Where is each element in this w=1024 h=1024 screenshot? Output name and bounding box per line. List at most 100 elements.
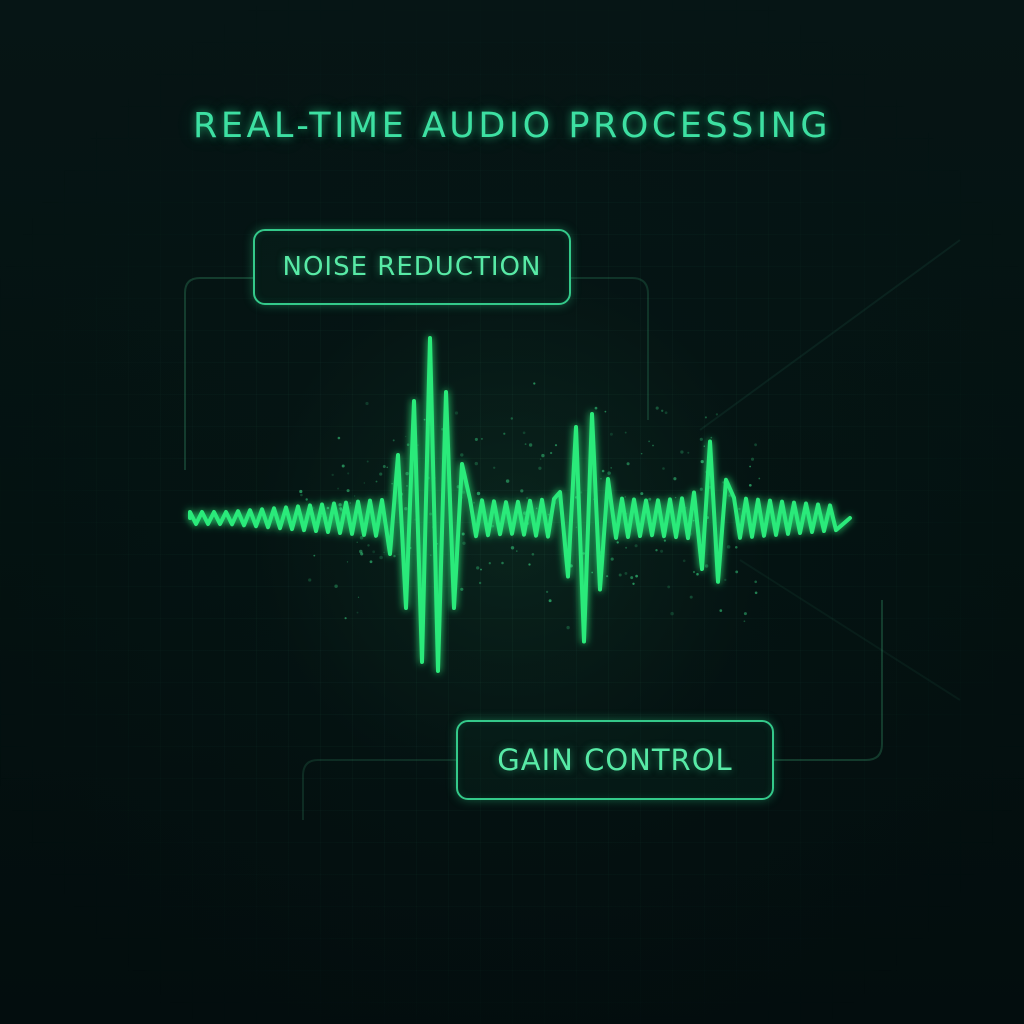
particle bbox=[337, 487, 340, 490]
particle bbox=[379, 472, 383, 476]
particle bbox=[549, 451, 553, 455]
particle bbox=[749, 465, 751, 468]
particle bbox=[624, 571, 628, 575]
particle bbox=[754, 580, 757, 584]
particle bbox=[417, 444, 419, 446]
particle bbox=[501, 561, 504, 565]
particle bbox=[703, 445, 706, 447]
particle bbox=[738, 507, 741, 511]
particle bbox=[618, 573, 622, 577]
particle bbox=[624, 496, 627, 498]
particle bbox=[480, 437, 483, 440]
particle bbox=[687, 451, 690, 454]
particle bbox=[460, 587, 464, 591]
particle bbox=[692, 570, 696, 574]
particle bbox=[474, 461, 478, 466]
particle bbox=[754, 591, 758, 595]
particle bbox=[616, 541, 619, 544]
particle bbox=[406, 485, 408, 487]
particle bbox=[748, 483, 752, 487]
gain-control-text: GAIN CONTROL bbox=[497, 743, 733, 777]
particle bbox=[609, 432, 613, 436]
particle bbox=[313, 554, 316, 557]
particle bbox=[719, 609, 723, 612]
particle bbox=[539, 458, 542, 460]
particle bbox=[750, 457, 755, 461]
particle bbox=[460, 453, 464, 457]
particle bbox=[353, 495, 356, 497]
audio-processing-graphic: REAL-TIME AUDIO PROCESSING NOISE REDUCTI… bbox=[0, 0, 1024, 1024]
particle bbox=[648, 497, 652, 501]
particle bbox=[591, 571, 594, 574]
particle bbox=[366, 460, 369, 463]
noise-reduction-label: NOISE REDUCTION bbox=[253, 229, 571, 305]
particle bbox=[743, 612, 747, 616]
particle bbox=[474, 437, 478, 441]
particle bbox=[664, 411, 668, 415]
particle bbox=[582, 552, 585, 555]
particle bbox=[526, 496, 529, 500]
particle bbox=[566, 625, 570, 630]
particle bbox=[308, 578, 312, 582]
particle bbox=[535, 507, 538, 510]
particle bbox=[604, 410, 607, 413]
particle bbox=[699, 487, 703, 491]
particle bbox=[699, 437, 703, 441]
particle bbox=[670, 611, 674, 616]
particle bbox=[392, 439, 395, 442]
particle bbox=[476, 491, 481, 496]
particle bbox=[640, 492, 644, 496]
particle bbox=[493, 466, 496, 469]
particle bbox=[391, 483, 393, 485]
particle bbox=[488, 562, 491, 565]
particle bbox=[632, 582, 635, 585]
particle bbox=[375, 480, 378, 483]
particle bbox=[405, 471, 409, 476]
particle bbox=[476, 566, 480, 570]
particle bbox=[331, 473, 334, 477]
particle bbox=[661, 409, 664, 412]
particle bbox=[478, 581, 482, 585]
particle bbox=[758, 477, 761, 480]
particle bbox=[689, 595, 693, 599]
particle bbox=[674, 496, 677, 499]
particle bbox=[700, 459, 704, 464]
particle bbox=[538, 466, 542, 470]
particle bbox=[510, 417, 513, 420]
particle bbox=[547, 513, 550, 516]
particle bbox=[607, 471, 611, 475]
particle bbox=[726, 545, 731, 549]
particle bbox=[522, 431, 526, 435]
particle bbox=[662, 467, 665, 470]
particle bbox=[554, 444, 558, 447]
particle bbox=[524, 443, 527, 445]
particle bbox=[423, 418, 426, 421]
particle bbox=[473, 501, 475, 504]
particle bbox=[630, 576, 634, 580]
particle bbox=[715, 413, 719, 416]
particle bbox=[299, 489, 303, 494]
particle bbox=[735, 546, 738, 549]
particle bbox=[339, 507, 342, 510]
particle bbox=[634, 544, 638, 548]
particle bbox=[754, 443, 758, 447]
particle bbox=[305, 498, 308, 501]
particle bbox=[369, 560, 373, 564]
particle bbox=[344, 617, 347, 620]
particle bbox=[610, 467, 613, 469]
particle bbox=[356, 541, 358, 543]
particle bbox=[696, 572, 699, 576]
particle bbox=[545, 590, 549, 594]
particle bbox=[338, 503, 342, 507]
particle bbox=[548, 599, 552, 603]
particle bbox=[625, 546, 628, 549]
particle bbox=[505, 479, 510, 483]
particle bbox=[673, 477, 677, 481]
particle bbox=[359, 536, 364, 540]
particle bbox=[300, 493, 303, 497]
particle bbox=[680, 450, 684, 454]
particle bbox=[724, 578, 727, 582]
particle bbox=[531, 552, 535, 556]
particle bbox=[461, 532, 465, 536]
particle bbox=[663, 539, 666, 542]
